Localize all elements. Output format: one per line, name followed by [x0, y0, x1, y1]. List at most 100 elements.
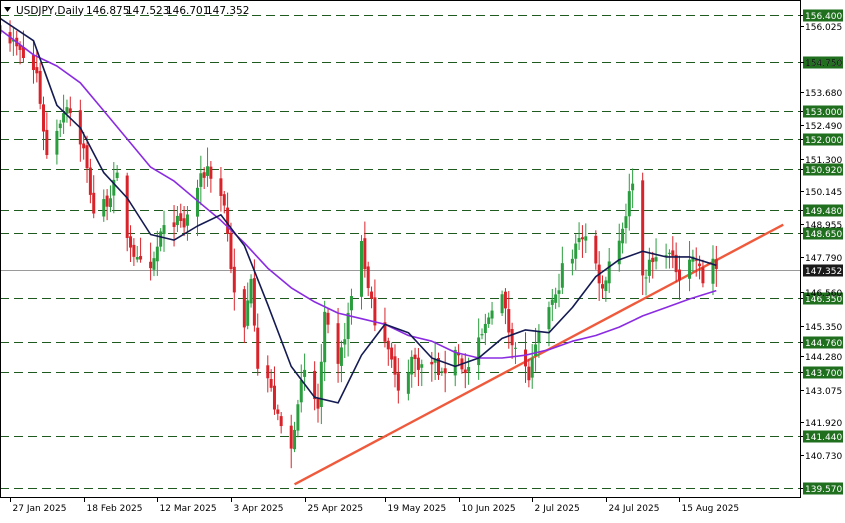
- date-axis-label: 10 Jun 2025: [462, 504, 516, 514]
- candle-body: [323, 311, 327, 363]
- candle-body: [276, 409, 280, 414]
- candle-body: [627, 191, 631, 217]
- candle-body: [349, 296, 353, 311]
- candle-body: [577, 238, 581, 243]
- price-axis-label: 143.075: [805, 387, 842, 397]
- candle-body: [463, 369, 467, 374]
- date-axis-label: 18 Feb 2025: [87, 504, 143, 514]
- candle-body: [289, 425, 293, 449]
- price-axis-label: 146.560: [805, 289, 842, 299]
- candle-body: [132, 244, 136, 257]
- header-high: 147.523: [126, 5, 169, 17]
- candle-body: [554, 294, 558, 303]
- candle-body: [35, 67, 39, 74]
- candle-body: [319, 361, 323, 408]
- candle-body: [524, 349, 528, 367]
- chart-root: 156.400 154.750 153.000 152.000 150.920 149.4…: [0, 0, 845, 519]
- candle-body: [651, 257, 655, 263]
- candle-body: [644, 277, 648, 279]
- candle-body: [393, 356, 397, 375]
- candle-body: [701, 267, 705, 284]
- candle-body: [601, 284, 605, 289]
- candle-body: [406, 372, 410, 394]
- candle-body: [105, 195, 109, 207]
- date-axis-label: 24 Jul 2025: [609, 504, 660, 514]
- candle-body: [62, 113, 66, 123]
- candle-body: [416, 357, 420, 370]
- price-axis-label: 156.025: [805, 23, 842, 33]
- level-price-label: 152.000: [805, 136, 842, 146]
- candle-body: [162, 225, 166, 235]
- candle-body: [574, 243, 578, 259]
- candlestick-chart: 156.400 154.750 153.000 152.000 150.920 149.4…: [0, 0, 845, 519]
- candle-body: [85, 145, 89, 169]
- candle-body: [269, 379, 273, 388]
- date-axis-label: 27 Jan 2025: [13, 504, 67, 514]
- candle-body: [527, 366, 531, 381]
- date-axis-label: 12 Mar 2025: [160, 504, 217, 514]
- candle-body: [246, 300, 250, 326]
- date-axis-label: 2 Jul 2025: [535, 504, 580, 514]
- candle-body: [226, 207, 230, 234]
- candle-body: [360, 241, 364, 297]
- candle-body: [202, 172, 206, 178]
- candle-body: [654, 257, 658, 262]
- price-axis-label: 140.730: [805, 452, 842, 462]
- candle-body: [688, 259, 692, 279]
- candle-body: [550, 299, 554, 305]
- candle-body: [256, 327, 260, 369]
- candle-body: [714, 259, 718, 269]
- candle-body: [129, 236, 133, 248]
- candle-body: [594, 235, 598, 264]
- candle-body: [149, 261, 153, 269]
- candle-body: [453, 349, 457, 376]
- candle-body: [219, 178, 223, 196]
- price-axis-label: 154.750: [805, 59, 842, 69]
- price-axis-label: 145.350: [805, 323, 842, 333]
- candle-body: [363, 238, 367, 270]
- candle-body: [182, 218, 186, 228]
- price-axis-label: 153.680: [805, 89, 842, 99]
- header-symbol: USDJPY,Daily: [16, 5, 84, 17]
- candle-body: [229, 232, 233, 270]
- price-axis-label: 141.920: [805, 419, 842, 429]
- candle-body: [232, 266, 236, 293]
- header-close: 147.352: [206, 5, 249, 17]
- level-price-label: 143.700: [805, 369, 842, 379]
- price-axis-label: 151.300: [805, 156, 842, 166]
- candle-body: [242, 289, 246, 328]
- candle-body: [135, 257, 139, 260]
- candle-body: [339, 347, 343, 366]
- level-price-label: 149.480: [805, 207, 842, 217]
- level-price-label: 150.920: [805, 166, 842, 176]
- level-price-label: 156.400: [805, 12, 842, 22]
- date-axis-label: 15 Aug 2025: [682, 504, 740, 514]
- candle-body: [206, 166, 210, 176]
- candle-body: [55, 130, 59, 155]
- candle-body: [621, 228, 625, 244]
- candle: [500, 290, 504, 317]
- candle-body: [560, 263, 564, 288]
- candle-body: [420, 364, 424, 368]
- candle: [249, 274, 253, 308]
- candle-body: [279, 416, 283, 427]
- candle-body: [175, 215, 179, 226]
- candle-body: [296, 404, 300, 431]
- header-open: 146.875: [86, 5, 129, 17]
- candle-body: [667, 252, 671, 254]
- candle-body: [108, 198, 112, 207]
- candle-body: [607, 261, 611, 284]
- candle-body: [530, 358, 534, 378]
- level-price-label: 153.000: [805, 108, 842, 118]
- candle-body: [547, 307, 551, 330]
- candle-body: [537, 331, 541, 344]
- candle-body: [570, 258, 574, 264]
- candle-body: [500, 294, 504, 314]
- candle-body: [152, 258, 156, 270]
- candle-body: [631, 183, 635, 191]
- candle-body: [480, 334, 484, 336]
- candle-body: [68, 108, 72, 114]
- candle-body: [430, 361, 434, 365]
- candle-body: [343, 339, 347, 345]
- level-price-label: 144.760: [805, 339, 842, 349]
